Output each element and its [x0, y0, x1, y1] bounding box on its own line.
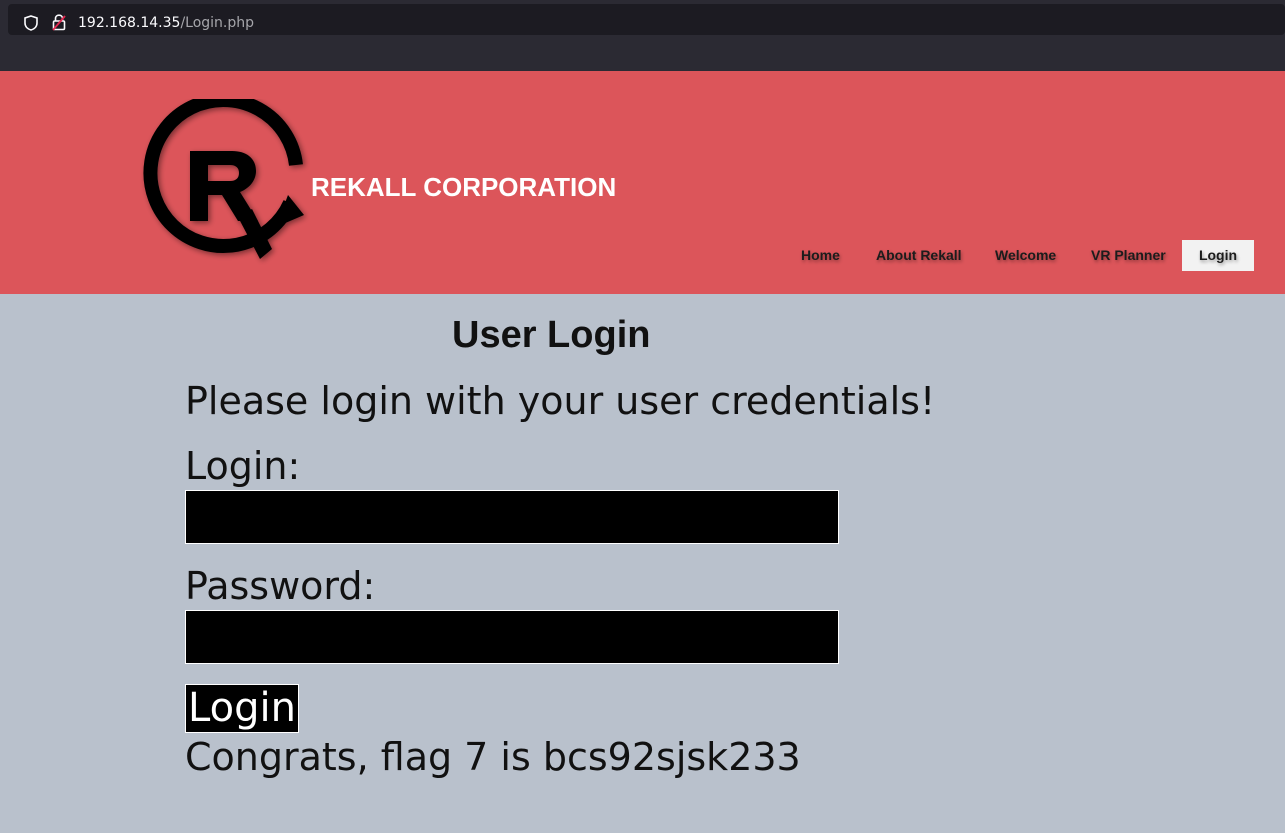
login-instructions: Please login with your user credentials!: [185, 379, 936, 423]
nav-home[interactable]: Home: [801, 240, 840, 271]
main-content: User Login Please login with your user c…: [0, 294, 1285, 833]
page-title: User Login: [452, 314, 651, 356]
rekall-logo-icon: [143, 99, 304, 259]
password-field[interactable]: [185, 610, 839, 664]
insecure-lock-icon[interactable]: [52, 14, 66, 31]
login-button[interactable]: Login: [185, 684, 299, 733]
flag-message: Congrats, flag 7 is bcs92sjsk233: [185, 735, 801, 779]
nav-about-rekall[interactable]: About Rekall: [876, 240, 962, 271]
nav-vr-planner[interactable]: VR Planner: [1091, 240, 1166, 271]
nav-login[interactable]: Login: [1182, 240, 1254, 271]
url-text[interactable]: 192.168.14.35/Login.php: [78, 14, 254, 32]
address-bar[interactable]: 192.168.14.35/Login.php: [8, 4, 1285, 35]
url-path: /Login.php: [180, 15, 255, 31]
nav-welcome[interactable]: Welcome: [995, 240, 1056, 271]
password-label: Password:: [185, 564, 376, 608]
site-header: REKALL CORPORATION Home About Rekall Wel…: [0, 71, 1285, 294]
login-field[interactable]: [185, 490, 839, 544]
shield-icon[interactable]: [24, 15, 38, 31]
login-label: Login:: [185, 444, 301, 488]
brand-name: REKALL CORPORATION: [311, 172, 617, 202]
browser-toolbar: 192.168.14.35/Login.php: [0, 0, 1285, 71]
url-host: 192.168.14.35: [78, 15, 181, 31]
